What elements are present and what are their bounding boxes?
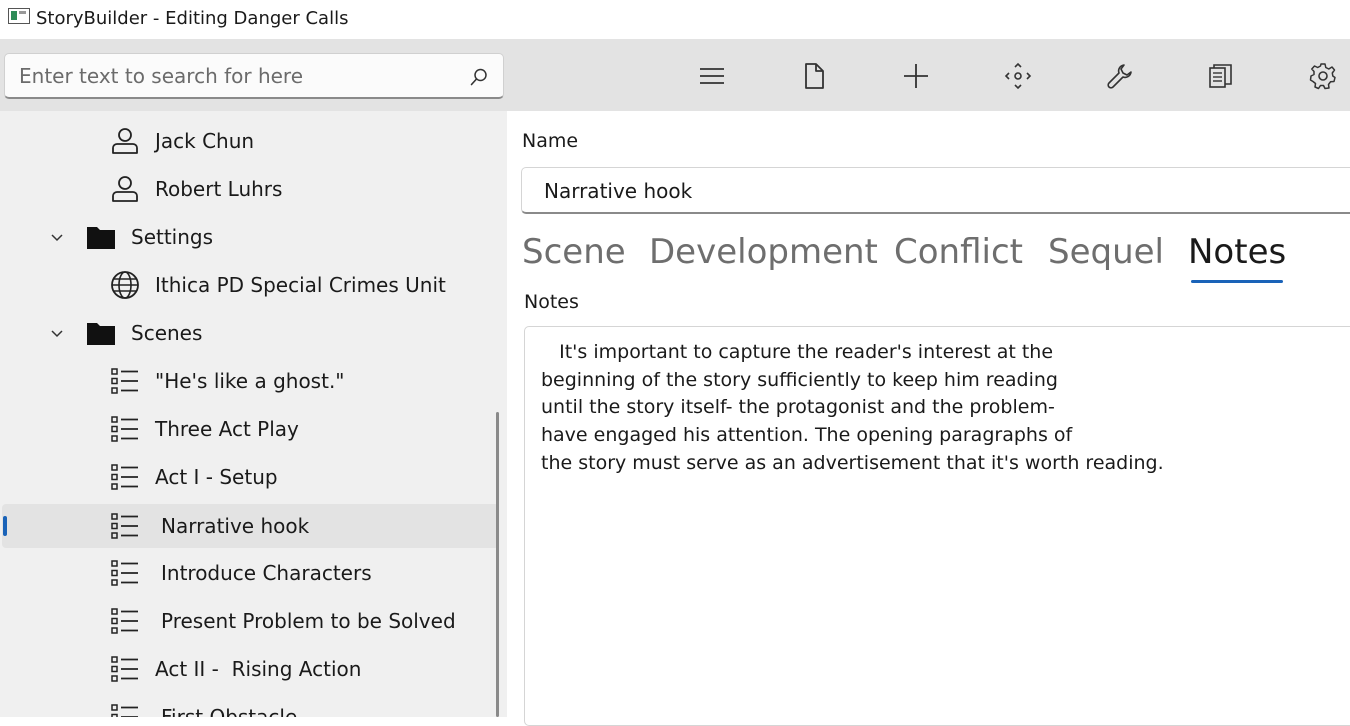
active-tab-indicator [1191, 280, 1283, 283]
person-icon [112, 176, 138, 202]
search-icon[interactable] [469, 67, 489, 87]
tree-item-label: Introduce Characters [161, 561, 372, 585]
tab-conflict[interactable]: Conflict [894, 232, 1023, 272]
tree-item-scenes-folder[interactable]: Scenes [0, 311, 500, 355]
tree-item-settings-folder[interactable]: Settings [0, 215, 500, 259]
window-title: StoryBuilder - Editing Danger Calls [36, 8, 349, 29]
document-icon [805, 63, 824, 89]
list-icon [111, 608, 138, 634]
list-icon [111, 513, 138, 539]
story-tree: Jack Chun Robert Luhrs Settings Ithica P… [0, 111, 507, 717]
tree-item-label: Act I - Setup [155, 465, 278, 489]
copy-button[interactable] [1200, 55, 1242, 97]
tree-item-label: Ithica PD Special Crimes Unit [155, 273, 446, 297]
notes-textarea[interactable]: It's important to capture the reader's i… [524, 326, 1350, 726]
tree-item-label: Settings [131, 225, 214, 249]
tree-item-scene[interactable]: Act I - Setup [0, 455, 500, 499]
tree-item-scene[interactable]: Act II - Rising Action [0, 647, 500, 691]
tree-item-label: "He's like a ghost." [155, 369, 345, 393]
plus-icon [904, 64, 928, 88]
folder-icon [87, 323, 115, 345]
chevron-down-icon[interactable] [50, 326, 64, 340]
name-field[interactable] [521, 167, 1350, 214]
person-icon [112, 128, 138, 154]
tree-item-scene[interactable]: First Obstacle [0, 695, 500, 717]
app-icon [8, 8, 30, 24]
folder-icon [87, 227, 115, 249]
tab-notes[interactable]: Notes [1188, 232, 1286, 272]
tree-item-ithica-pd[interactable]: Ithica PD Special Crimes Unit [0, 263, 500, 307]
gear-icon [1309, 63, 1336, 90]
notes-label: Notes [524, 291, 579, 313]
title-bar: StoryBuilder - Editing Danger Calls [0, 0, 1350, 39]
list-icon [111, 560, 138, 586]
list-icon [111, 368, 138, 394]
list-icon [111, 704, 138, 717]
wrench-icon [1107, 64, 1132, 89]
tab-scene[interactable]: Scene [522, 232, 626, 272]
move-button[interactable] [997, 55, 1039, 97]
tree-item-label: Narrative hook [161, 514, 310, 538]
new-file-button[interactable] [793, 55, 835, 97]
tree-item-label: Robert Luhrs [155, 177, 283, 201]
list-icon [111, 416, 138, 442]
tab-sequel[interactable]: Sequel [1048, 232, 1164, 272]
move-arrows-icon [1004, 62, 1032, 90]
tree-item-label: Scenes [131, 321, 203, 345]
tree-item-scene[interactable]: Introduce Characters [0, 551, 500, 595]
name-input[interactable] [544, 177, 1324, 205]
menu-button[interactable] [691, 55, 733, 97]
tree-item-label: Present Problem to be Solved [161, 609, 456, 633]
name-label: Name [522, 130, 579, 152]
tree-item-jack-chun[interactable]: Jack Chun [0, 119, 500, 163]
globe-icon [111, 271, 139, 299]
sidebar-scrollbar[interactable] [496, 412, 499, 717]
copy-documents-icon [1209, 64, 1232, 88]
tree-item-narrative-hook[interactable]: Narrative hook [2, 504, 499, 548]
search-box[interactable] [4, 53, 504, 99]
add-button[interactable] [895, 55, 937, 97]
tree-item-scene[interactable]: Present Problem to be Solved [0, 599, 500, 643]
tree-item-scene[interactable]: Three Act Play [0, 407, 500, 451]
chevron-down-icon[interactable] [50, 230, 64, 244]
tree-item-label: Three Act Play [155, 417, 299, 441]
tab-development[interactable]: Development [649, 232, 878, 272]
tools-button[interactable] [1099, 55, 1141, 97]
tree-item-label: Jack Chun [155, 129, 255, 153]
notes-text: It's important to capture the reader's i… [541, 341, 1164, 474]
tree-item-label: First Obstacle [161, 705, 298, 717]
search-input[interactable] [19, 62, 459, 90]
tree-item-robert-luhrs[interactable]: Robert Luhrs [0, 167, 500, 211]
settings-button[interactable] [1302, 55, 1344, 97]
list-icon [111, 656, 138, 682]
list-icon [111, 464, 138, 490]
selection-indicator [3, 516, 7, 536]
hamburger-menu-icon [700, 68, 724, 84]
tree-item-scene[interactable]: "He's like a ghost." [0, 359, 500, 403]
tree-item-label: Act II - Rising Action [155, 657, 362, 681]
